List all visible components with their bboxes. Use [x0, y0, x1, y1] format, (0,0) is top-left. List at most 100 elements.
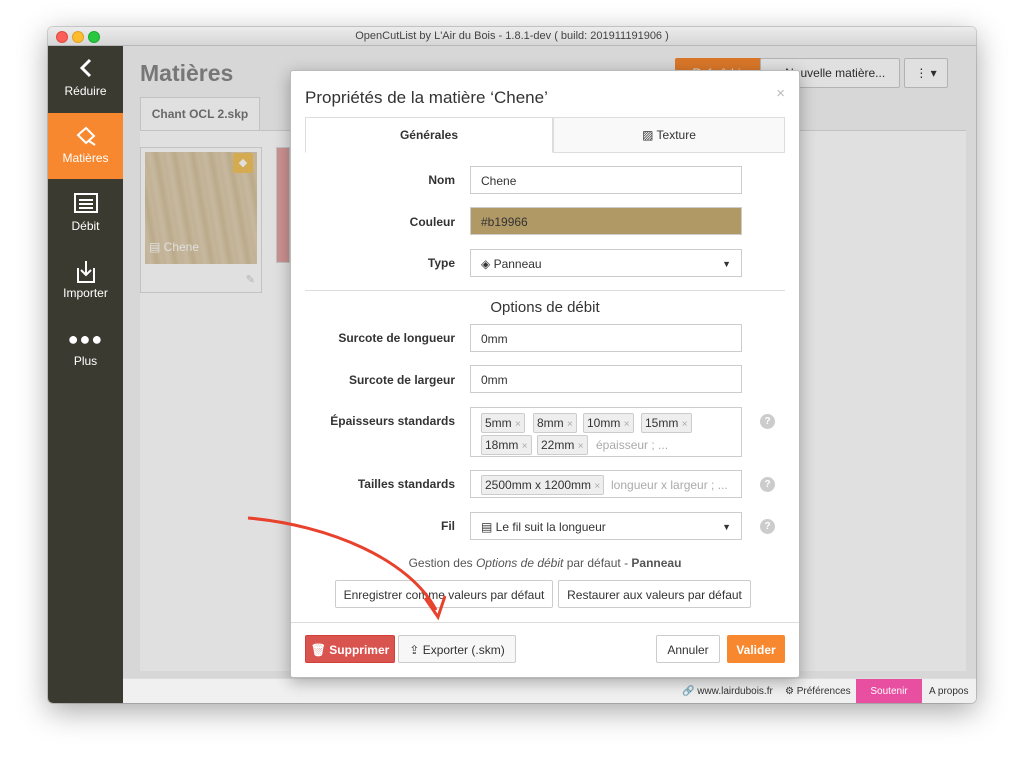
sidebar-item-more[interactable]: ●●● Plus — [48, 316, 123, 382]
tag-text: 18mm — [485, 438, 519, 452]
std-thickness-label: Épaisseurs standards — [330, 414, 455, 428]
title-bar: OpenCutList by L'Air du Bois - 1.8.1-dev… — [48, 27, 976, 46]
cancel-button[interactable]: Annuler — [656, 635, 720, 663]
remove-tag-icon[interactable]: × — [567, 419, 573, 430]
thickness-tag[interactable]: 10mm × — [583, 413, 634, 433]
section-title: Options de débit — [490, 299, 600, 316]
sidebar-item-label: Plus — [73, 354, 98, 368]
restore-defaults-button[interactable]: Restaurer aux valeurs par défaut — [558, 580, 751, 608]
remove-tag-icon[interactable]: × — [578, 441, 584, 452]
list-icon — [48, 193, 123, 217]
link-icon: 🔗 — [682, 686, 698, 697]
save-defaults-button[interactable]: Enregistrer comme valeurs par défaut — [335, 580, 553, 608]
thickness-tag[interactable]: 15mm × — [641, 413, 692, 433]
grain-select[interactable]: ▤ Le fil suit la longueur ▼ — [470, 512, 742, 540]
export-button[interactable]: ⇪ Exporter (.skm) — [398, 635, 516, 663]
sidebar-item-materials[interactable]: Matières — [48, 113, 123, 179]
preferences-link[interactable]: ⚙ Préférences — [779, 679, 857, 703]
window-title: OpenCutList by L'Air du Bois - 1.8.1-dev… — [355, 30, 669, 42]
tag-text: 5mm — [485, 416, 512, 430]
export-icon: ⇪ — [409, 643, 423, 657]
tag-text: 22mm — [541, 438, 575, 452]
paint-icon — [48, 125, 123, 151]
grain-label: Fil — [441, 519, 455, 533]
divider — [291, 622, 799, 623]
remove-tag-icon[interactable]: × — [682, 419, 688, 430]
thickness-tag[interactable]: 18mm × — [481, 435, 532, 455]
std-thickness-input[interactable]: 5mm × 8mm × 10mm × 15mm × 18mm × 22mm × … — [470, 407, 742, 457]
sidebar-item-label: Réduire — [64, 84, 107, 98]
note-prefix: Gestion des — [408, 556, 476, 570]
note-strong: Panneau — [631, 556, 682, 570]
remove-tag-icon[interactable]: × — [624, 419, 630, 430]
trash-icon: 🗑 — [310, 643, 330, 657]
tag-text: 10mm — [587, 416, 621, 430]
tag-text: 15mm — [645, 416, 679, 430]
name-input[interactable]: Chene — [470, 166, 742, 194]
status-bar: 🔗 www.lairdubois.fr ⚙ Préférences Souten… — [123, 678, 976, 703]
website-text: www.lairdubois.fr — [697, 686, 773, 697]
dialog-title: Propriétés de la matière ‘Chene’ — [305, 88, 548, 107]
tag-text: 2500mm x 1200mm — [485, 478, 592, 492]
sizes-placeholder: longueur x largeur ; ... — [611, 478, 728, 492]
size-tag[interactable]: 2500mm x 1200mm × — [481, 475, 605, 495]
sidebar-item-import[interactable]: Importer — [48, 248, 123, 314]
type-label: Type — [427, 256, 455, 270]
import-icon — [48, 260, 123, 288]
dialog-tabs: Générales ▨ Texture — [305, 117, 785, 153]
about-link[interactable]: A propos — [923, 679, 974, 703]
std-sizes-input[interactable]: 2500mm x 1200mm × longueur x largeur ; .… — [470, 470, 742, 498]
remove-tag-icon[interactable]: × — [515, 419, 521, 430]
grain-value: Le fil suit la longueur — [495, 520, 606, 534]
tab-general[interactable]: Générales — [305, 117, 553, 153]
close-icon[interactable]: × — [776, 85, 785, 102]
color-label: Couleur — [409, 215, 455, 229]
std-sizes-label: Tailles standards — [357, 477, 455, 491]
type-value: Panneau — [493, 257, 542, 271]
support-button[interactable]: Soutenir — [856, 679, 922, 703]
sidebar-item-label: Débit — [71, 219, 100, 233]
remove-tag-icon[interactable]: × — [522, 441, 528, 452]
thickness-placeholder: épaisseur ; ... — [596, 438, 669, 452]
chevron-left-icon — [48, 58, 123, 82]
validate-button[interactable]: Valider — [727, 635, 785, 663]
length-oversize-label: Surcote de longueur — [338, 331, 455, 345]
sidebar: Réduire Matières Débit Importer ●●● Plus — [48, 46, 123, 703]
help-icon[interactable]: ? — [760, 519, 775, 534]
help-icon[interactable]: ? — [760, 477, 775, 492]
length-oversize-input[interactable]: 0mm — [470, 324, 742, 352]
color-input[interactable]: #b19966 — [470, 207, 742, 235]
sidebar-item-cutlist[interactable]: Débit — [48, 181, 123, 247]
delete-button[interactable]: 🗑 Supprimer — [305, 635, 395, 663]
type-select[interactable]: ◈ Panneau ▼ — [470, 249, 742, 277]
texture-icon: ▨ — [642, 128, 657, 142]
support-text: Soutenir — [870, 686, 908, 697]
thickness-tag[interactable]: 22mm × — [537, 435, 588, 455]
sidebar-item-label: Matières — [62, 151, 109, 165]
tab-texture-label: Texture — [656, 128, 696, 142]
width-oversize-input[interactable]: 0mm — [470, 365, 742, 393]
caret-down-icon: ▼ — [722, 259, 731, 269]
caret-down-icon: ▼ — [722, 522, 731, 532]
material-properties-dialog: Propriétés de la matière ‘Chene’ × Génér… — [290, 70, 800, 678]
remove-tag-icon[interactable]: × — [594, 481, 600, 492]
export-label: Exporter (.skm) — [422, 643, 505, 657]
delete-label: Supprimer — [329, 643, 390, 657]
width-oversize-label: Surcote de largeur — [348, 373, 455, 387]
name-label: Nom — [428, 173, 455, 187]
thickness-tag[interactable]: 5mm × — [481, 413, 525, 433]
list-icon: ▤ — [481, 520, 496, 534]
tag-text: 8mm — [537, 416, 564, 430]
sidebar-item-label: Importer — [63, 286, 108, 300]
help-icon[interactable]: ? — [760, 414, 775, 429]
divider — [305, 290, 785, 291]
tab-texture[interactable]: ▨ Texture — [553, 117, 785, 153]
note-em: Options de débit — [475, 556, 564, 570]
defaults-note: Gestion des Options de débit par défaut … — [305, 556, 785, 570]
panel-icon: ◈ — [481, 257, 494, 271]
sidebar-item-reduce[interactable]: Réduire — [48, 46, 123, 112]
note-mid: par défaut - — [563, 556, 632, 570]
preferences-text: Préférences — [796, 686, 851, 697]
thickness-tag[interactable]: 8mm × — [533, 413, 577, 433]
website-link[interactable]: 🔗 www.lairdubois.fr — [676, 679, 779, 703]
